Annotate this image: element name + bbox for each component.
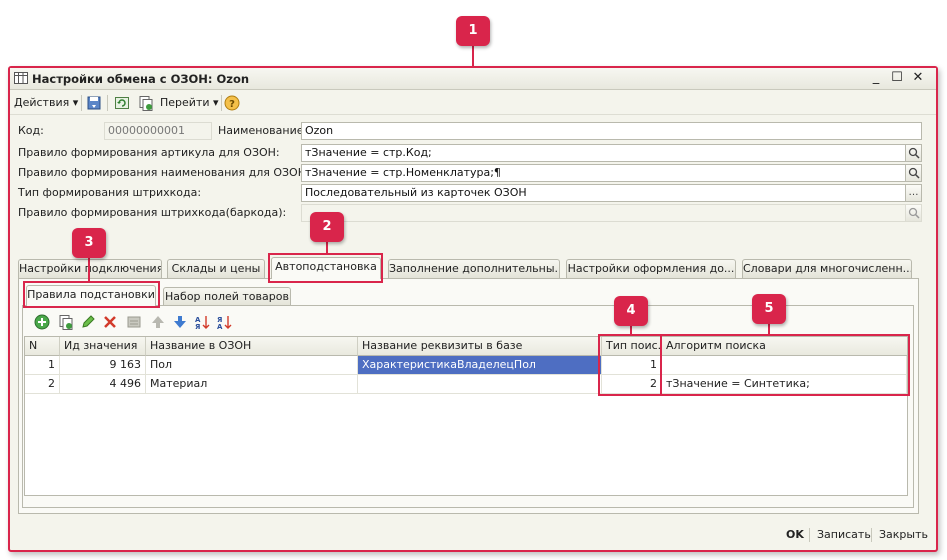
code-label: Код:	[18, 124, 44, 137]
add-icon[interactable]	[34, 314, 50, 330]
callout-badge-4: 4	[614, 296, 648, 326]
copy-row-icon[interactable]	[58, 314, 74, 330]
footer-separator	[809, 528, 810, 542]
copy-icon[interactable]	[138, 95, 154, 111]
toolbar-separator	[221, 95, 222, 111]
callout-badge-1: 1	[456, 16, 490, 46]
name-label: Наименование:	[218, 124, 308, 137]
tab-additional-filling[interactable]: Заполнение дополнительны...	[388, 259, 560, 278]
tab-dictionaries[interactable]: Словари для многочисленн...	[742, 259, 912, 278]
search-icon	[908, 147, 920, 159]
table-row-cell-base[interactable]: ХарактеристикаВладелецПол	[358, 356, 602, 375]
move-down-icon[interactable]	[172, 314, 188, 330]
ok-button[interactable]: OK	[786, 528, 804, 541]
sku-rule-search-button[interactable]	[906, 144, 922, 162]
name-rule-search-button[interactable]	[906, 164, 922, 182]
help-icon[interactable]: ?	[224, 95, 240, 111]
toolbar-separator	[107, 95, 108, 111]
code-field[interactable]: 00000000001	[104, 122, 212, 140]
column-header-search-algorithm[interactable]: Алгоритм поиска	[662, 337, 907, 356]
column-header-base-attribute[interactable]: Название реквизиты в базе	[358, 337, 602, 356]
goto-menu[interactable]: Перейти ▾	[160, 95, 219, 111]
barcode-rule-search-button[interactable]	[906, 204, 922, 222]
sort-descending-icon[interactable]: ЯA	[216, 314, 232, 330]
callout-badge-3: 3	[72, 228, 106, 258]
table-icon	[14, 72, 28, 84]
sku-rule-field[interactable]: тЗначение = стр.Код;	[301, 144, 906, 162]
close-icon[interactable]: ✕	[910, 70, 926, 86]
table-row-cell-base[interactable]	[358, 375, 602, 394]
column-header-value-id[interactable]: Ид значения	[60, 337, 146, 356]
edit-icon[interactable]	[80, 314, 96, 330]
table-row-cell-algo[interactable]	[662, 356, 907, 375]
grid-toolbar: AЯ ЯA	[34, 314, 254, 330]
name-rule-label: Правило формирования наименования для ОЗ…	[18, 166, 310, 179]
save-button[interactable]: Записать	[817, 528, 871, 541]
sku-rule-label: Правило формирования артикула для ОЗОН:	[18, 146, 280, 159]
table-row-cell-n[interactable]: 2	[25, 375, 60, 394]
svg-text:Я: Я	[195, 323, 200, 330]
table-row-cell-n[interactable]: 1	[25, 356, 60, 375]
subtab-product-fields[interactable]: Набор полей товаров	[163, 287, 291, 306]
name-rule-field[interactable]: тЗначение = стр.Номенклатура;¶	[301, 164, 906, 182]
svg-text:?: ?	[229, 99, 235, 110]
footer-separator	[871, 528, 872, 542]
subtab-substitution-rules[interactable]: Правила подстановки	[26, 285, 156, 307]
svg-text:A: A	[217, 323, 223, 330]
tab-connection-settings[interactable]: Настройки подключения	[18, 259, 162, 278]
barcode-type-label: Тип формирования штрихкода:	[18, 186, 202, 199]
table-row-cell-type[interactable]: 2	[602, 375, 662, 394]
save-icon[interactable]	[86, 95, 102, 111]
search-icon	[908, 207, 920, 219]
barcode-rule-field[interactable]	[301, 204, 906, 222]
column-header-search-type[interactable]: Тип поис...	[602, 337, 662, 356]
window-title: Настройки обмена с ОЗОН: Ozon	[32, 72, 250, 86]
callout-badge-2: 2	[310, 212, 344, 242]
main-toolbar: Действия ▾ Перейти ▾ ?	[10, 91, 936, 115]
delete-icon[interactable]	[102, 314, 118, 330]
title-bar: Настройки обмена с ОЗОН: Ozon _ ☐ ✕	[10, 68, 936, 90]
tab-document-design[interactable]: Настройки оформления до...	[566, 259, 736, 278]
column-header-n[interactable]: N	[25, 337, 60, 356]
barcode-rule-label: Правило формирования штрихкода(баркода):	[18, 206, 287, 219]
minimize-icon[interactable]: _	[868, 70, 884, 86]
refresh-icon[interactable]	[114, 95, 130, 111]
maximize-icon[interactable]: ☐	[889, 70, 905, 86]
table-row-cell-id[interactable]: 4 496	[60, 375, 146, 394]
toolbar-separator	[81, 95, 82, 111]
actions-menu[interactable]: Действия ▾	[14, 95, 78, 111]
tab-autosubstitution[interactable]: Автоподстановка	[271, 257, 381, 279]
search-icon	[908, 167, 920, 179]
table-row-cell-type[interactable]: 1	[602, 356, 662, 375]
table-row-cell-ozon[interactable]: Материал	[146, 375, 358, 394]
callout-connector	[88, 256, 90, 283]
table-row-cell-algo[interactable]: тЗначение = Синтетика;	[662, 375, 907, 394]
close-button[interactable]: Закрыть	[879, 528, 928, 541]
callout-connector	[472, 44, 474, 68]
substitution-rules-grid: N Ид значения Название в ОЗОН Название р…	[24, 336, 908, 496]
tab-warehouses-prices[interactable]: Склады и цены	[167, 259, 265, 278]
end-edit-icon[interactable]	[126, 314, 142, 330]
callout-connector	[768, 322, 770, 336]
sort-ascending-icon[interactable]: AЯ	[194, 314, 210, 330]
table-row-cell-ozon[interactable]: Пол	[146, 356, 358, 375]
callout-badge-5: 5	[752, 294, 786, 324]
barcode-type-select-button[interactable]: …	[906, 184, 922, 202]
move-up-icon[interactable]	[150, 314, 166, 330]
barcode-type-field[interactable]: Последовательный из карточек ОЗОН	[301, 184, 906, 202]
name-field[interactable]: Ozon	[301, 122, 922, 140]
column-header-ozon-name[interactable]: Название в ОЗОН	[146, 337, 358, 356]
table-row-cell-id[interactable]: 9 163	[60, 356, 146, 375]
callout-connector	[326, 240, 328, 255]
